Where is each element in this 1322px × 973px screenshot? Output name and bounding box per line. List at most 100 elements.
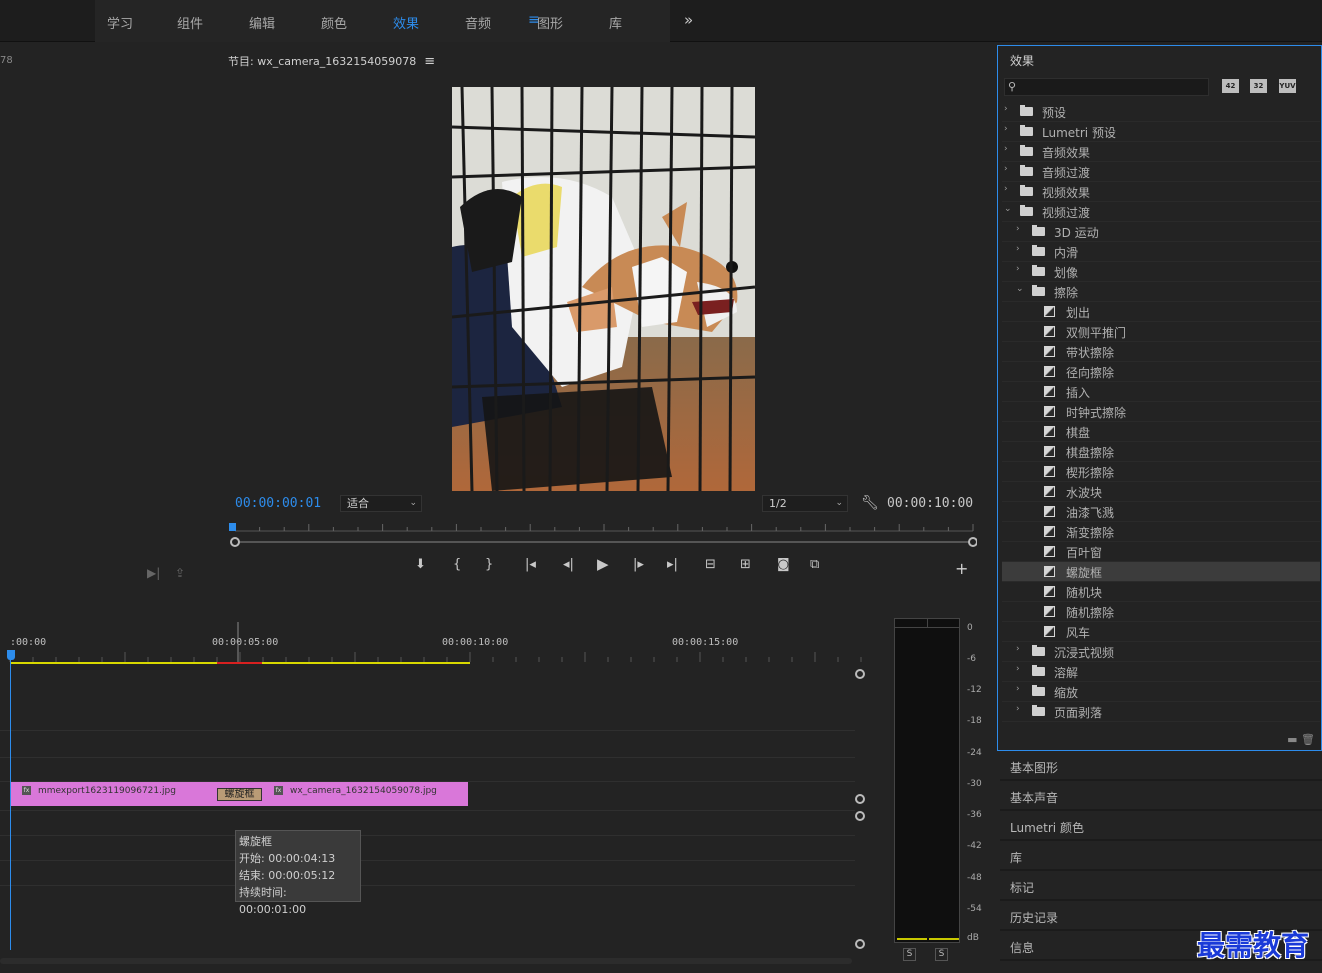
libraries-panel[interactable]: 库 (1000, 843, 1322, 871)
effect-item[interactable]: 随机擦除 (1002, 602, 1320, 622)
tab-editing[interactable]: 编辑 (249, 13, 275, 32)
effects-search-input[interactable]: ⚲ (1004, 78, 1209, 96)
chevron-right-icon[interactable]: › (1004, 104, 1008, 114)
effect-item[interactable]: 划出 (1002, 302, 1320, 322)
effects-folder[interactable]: › 视频效果 (1002, 182, 1320, 202)
add-marker-icon[interactable]: ⬇ (415, 557, 426, 572)
chevron-right-icon[interactable]: › (1016, 704, 1020, 714)
chevron-down-icon[interactable]: ⌄ (1016, 284, 1024, 294)
export-frame-icon[interactable]: ⇪ (175, 566, 185, 580)
comparison-view-icon[interactable]: ⧉ (810, 557, 819, 572)
chevron-right-icon[interactable]: › (1004, 164, 1008, 174)
effect-item[interactable]: 油漆飞溅 (1002, 502, 1320, 522)
markers-panel[interactable]: 标记 (1000, 873, 1322, 901)
camera-icon[interactable]: ◙ (777, 557, 790, 572)
scroll-handle[interactable] (855, 811, 865, 821)
chevron-right-icon[interactable]: › (1016, 244, 1020, 254)
mark-in-icon[interactable]: { (453, 557, 461, 572)
scroll-handle[interactable] (855, 794, 865, 804)
effect-item[interactable]: 棋盘 (1002, 422, 1320, 442)
effect-item[interactable]: 百叶窗 (1002, 542, 1320, 562)
effects-folder[interactable]: › Lumetri 预设 (1002, 122, 1320, 142)
effects-folder[interactable]: ⌄ 擦除 (1002, 282, 1320, 302)
step-back-icon[interactable]: ◂| (563, 557, 574, 572)
timeline-scrollbar[interactable] (0, 958, 852, 964)
effects-title[interactable]: 效果 (1010, 52, 1034, 69)
wrench-icon[interactable]: 🔧︎ (861, 495, 879, 511)
chevron-right-icon[interactable]: › (1004, 124, 1008, 134)
tab-audio[interactable]: 音频 (465, 13, 491, 32)
timeline-clip[interactable]: fx wx_camera_1632154059078.jpg (238, 782, 468, 806)
chevron-right-icon[interactable]: › (1016, 644, 1020, 654)
program-ruler[interactable] (227, 521, 977, 547)
chevron-right-icon[interactable]: › (1004, 184, 1008, 194)
chevron-right-icon[interactable]: › (1016, 664, 1020, 674)
effect-item[interactable]: 螺旋框 (1002, 562, 1320, 582)
go-to-in-icon[interactable]: |◂ (525, 557, 536, 572)
add-button[interactable]: + (955, 559, 968, 578)
effects-folder[interactable]: › 溶解 (1002, 662, 1320, 682)
timeline-playhead-handle[interactable] (7, 650, 15, 660)
effects-folder[interactable]: › 音频过渡 (1002, 162, 1320, 182)
yuv-effects-icon[interactable]: YUV (1279, 79, 1296, 93)
scroll-handle[interactable] (855, 939, 865, 949)
effects-folder[interactable]: › 预设 (1002, 102, 1320, 122)
effect-item[interactable]: 插入 (1002, 382, 1320, 402)
chevron-down-icon[interactable]: ⌄ (1004, 204, 1012, 214)
panel-menu-icon[interactable]: ≡ (424, 54, 435, 69)
transition-spiral-boxes[interactable]: 螺旋框 (217, 788, 262, 801)
tab-graphics[interactable]: 图形 (537, 13, 563, 32)
play-icon[interactable]: ▶ (597, 555, 609, 573)
tab-effects[interactable]: 效果 (393, 13, 419, 32)
effect-item[interactable]: 双侧平推门 (1002, 322, 1320, 342)
effect-item[interactable]: 时钟式擦除 (1002, 402, 1320, 422)
lift-icon[interactable]: ⊟ (705, 557, 716, 572)
effect-item[interactable]: 渐变擦除 (1002, 522, 1320, 542)
effects-folder[interactable]: › 3D 运动 (1002, 222, 1320, 242)
effects-folder[interactable]: › 音频效果 (1002, 142, 1320, 162)
effects-folder[interactable]: › 页面剥落 (1002, 702, 1320, 722)
more-workspaces-icon[interactable]: » (684, 11, 693, 29)
current-timecode[interactable]: 00:00:00:01 (235, 496, 321, 511)
step-forward-icon[interactable]: |▸ (633, 557, 644, 572)
tab-color[interactable]: 颜色 (321, 13, 347, 32)
solo-left-button[interactable]: S (903, 948, 916, 961)
effect-item[interactable]: 风车 (1002, 622, 1320, 642)
insert-icon[interactable]: ▶| (147, 566, 160, 580)
effect-item[interactable]: 楔形擦除 (1002, 462, 1320, 482)
timeline-clip[interactable]: fx mmexport1623119096721.jpg (10, 782, 238, 806)
effects-folder[interactable]: › 沉浸式视频 (1002, 642, 1320, 662)
tab-libraries[interactable]: 库 (609, 13, 622, 32)
chevron-right-icon[interactable]: › (1016, 684, 1020, 694)
resolution-dropdown[interactable]: 1/2 ⌄ (762, 495, 848, 512)
essential-graphics-panel[interactable]: 基本图形 (1000, 753, 1322, 781)
extract-icon[interactable]: ⊞ (740, 557, 751, 572)
fit-dropdown[interactable]: 适合 ⌄ (340, 495, 422, 512)
effects-folder[interactable]: › 划像 (1002, 262, 1320, 282)
timeline-playhead-line[interactable] (10, 650, 11, 950)
program-playhead[interactable] (229, 523, 236, 531)
scroll-handle[interactable] (855, 669, 865, 679)
effect-item[interactable]: 水波块 (1002, 482, 1320, 502)
chevron-right-icon[interactable]: › (1016, 224, 1020, 234)
new-bin-icon[interactable]: ▬ 🗑︎ (1287, 733, 1315, 746)
timeline-ruler[interactable]: :00:00 00:00:05:00 00:00:10:00 00:00:15:… (0, 622, 876, 668)
lumetri-color-panel[interactable]: Lumetri 颜色 (1000, 813, 1322, 841)
mark-out-icon[interactable]: } (485, 557, 493, 572)
tab-assembly[interactable]: 组件 (177, 13, 203, 32)
effects-folder[interactable]: › 内滑 (1002, 242, 1320, 262)
effect-item[interactable]: 随机块 (1002, 582, 1320, 602)
effects-folder[interactable]: ⌄ 视频过渡 (1002, 202, 1320, 222)
go-to-out-icon[interactable]: ▸| (667, 557, 678, 572)
tab-learn[interactable]: 学习 (107, 13, 133, 32)
accelerated-effects-icon[interactable]: 42 (1222, 79, 1239, 93)
effect-item[interactable]: 棋盘擦除 (1002, 442, 1320, 462)
effect-item[interactable]: 径向擦除 (1002, 362, 1320, 382)
chevron-right-icon[interactable]: › (1016, 264, 1020, 274)
effects-folder[interactable]: › 缩放 (1002, 682, 1320, 702)
effect-item[interactable]: 带状擦除 (1002, 342, 1320, 362)
solo-right-button[interactable]: S (935, 948, 948, 961)
chevron-right-icon[interactable]: › (1004, 144, 1008, 154)
essential-sound-panel[interactable]: 基本声音 (1000, 783, 1322, 811)
32bit-effects-icon[interactable]: 32 (1250, 79, 1267, 93)
